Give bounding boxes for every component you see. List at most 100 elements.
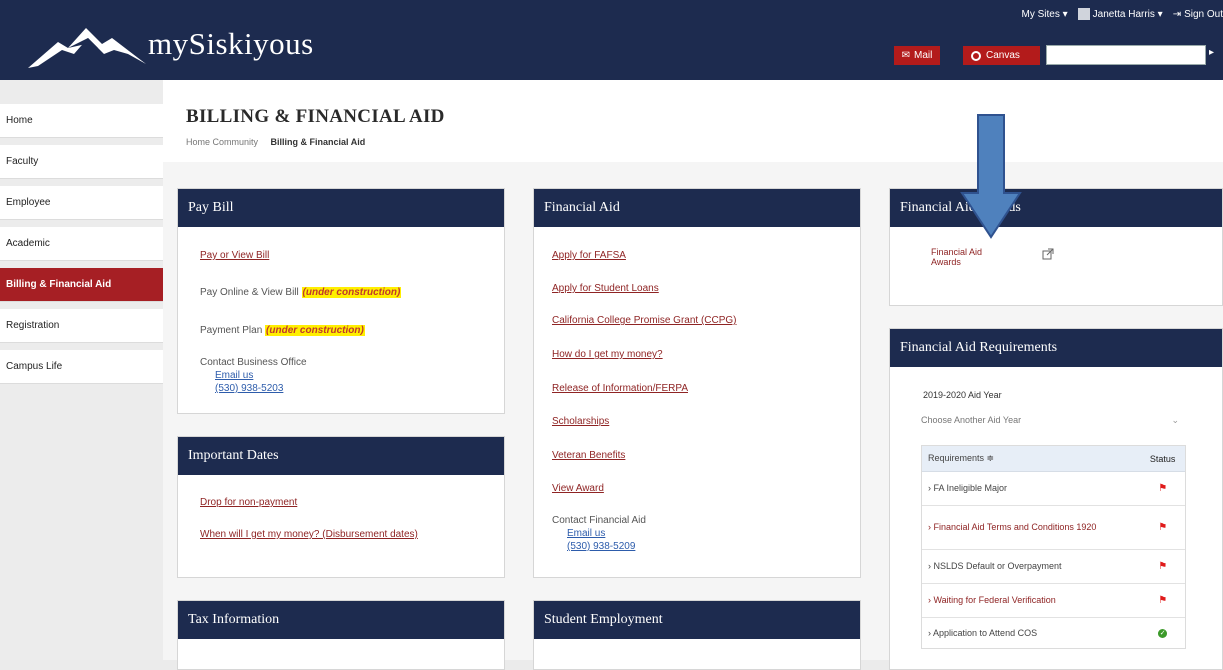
disbursement-dates-link[interactable]: When will I get my money? (Disbursement … xyxy=(200,529,418,540)
status-column-header: Status xyxy=(1140,454,1185,464)
payment-plan-item: Payment Plan (under construction) xyxy=(200,325,365,336)
top-header: mySiskiyous My Sites ▾ Janetta Harris ▾ … xyxy=(0,0,1223,80)
sidebar-item-label: Academic xyxy=(6,238,50,249)
financial-aid-awards-panel: Financial Aid Awards Financial Aid Award… xyxy=(889,188,1223,306)
requirements-table-header: Requirements ≑ Status xyxy=(922,446,1185,472)
user-name-label: Janetta Harris ▾ xyxy=(1093,9,1163,20)
requirement-label: FA Ineligible Major xyxy=(934,483,1008,493)
external-link-icon[interactable] xyxy=(1042,248,1054,260)
breadcrumb-current: Billing & Financial Aid xyxy=(271,137,366,147)
how-get-money-link[interactable]: How do I get my money? xyxy=(552,349,663,360)
financial-aid-phone-link[interactable]: (530) 938-5209 xyxy=(567,541,635,552)
release-of-information-link[interactable]: Release of Information/FERPA xyxy=(552,383,688,394)
search-input[interactable] xyxy=(1046,45,1206,65)
apply-student-loans-link[interactable]: Apply for Student Loans xyxy=(552,283,659,294)
mountain-logo-icon[interactable] xyxy=(28,24,146,70)
business-office-email-link[interactable]: Email us xyxy=(215,370,253,381)
requirement-label: Application to Attend COS xyxy=(933,628,1037,638)
pay-bill-panel: Pay Bill Pay or View Bill Pay Online & V… xyxy=(177,188,505,414)
page-title: BILLING & FINANCIAL AID xyxy=(186,106,445,128)
pay-online-item: Pay Online & View Bill (under constructi… xyxy=(200,287,401,298)
financial-aid-email-link[interactable]: Email us xyxy=(567,528,605,539)
pay-or-view-bill-link[interactable]: Pay or View Bill xyxy=(200,250,269,261)
mail-label: Mail xyxy=(914,50,932,61)
table-row[interactable]: › Application to Attend COS ✓ xyxy=(922,618,1185,648)
sidebar-item-billing-financial-aid[interactable]: Billing & Financial Aid xyxy=(0,268,163,302)
checkmark-icon: ✓ xyxy=(1158,629,1167,638)
flag-icon: ⚑ xyxy=(1158,522,1167,533)
aid-year-select-value: Choose Another Aid Year xyxy=(921,415,1021,425)
search-submit-icon[interactable]: ▸ xyxy=(1209,47,1214,58)
canvas-icon xyxy=(971,51,981,61)
sidebar-item-label: Home xyxy=(6,115,33,126)
under-construction-note: (under construction) xyxy=(302,287,402,298)
sidebar-item-label: Campus Life xyxy=(6,361,62,372)
sidebar-item-label: Registration xyxy=(6,320,59,331)
requirement-label: NSLDS Default or Overpayment xyxy=(934,561,1062,571)
scholarships-link[interactable]: Scholarships xyxy=(552,416,609,427)
flag-icon: ⚑ xyxy=(1158,595,1167,606)
sidebar-item-label: Faculty xyxy=(6,156,38,167)
status-cell: ⚑ xyxy=(1140,522,1185,533)
top-nav: My Sites ▾ Janetta Harris ▾ ⇥Sign Out xyxy=(1022,8,1223,20)
financial-aid-requirements-title: Financial Aid Requirements xyxy=(890,329,1222,367)
requirement-name: › NSLDS Default or Overpayment xyxy=(922,560,1140,573)
table-row[interactable]: › FA Ineligible Major ⚑ xyxy=(922,472,1185,506)
requirement-name: › FA Ineligible Major xyxy=(922,482,1140,495)
sidebar-item-label: Billing & Financial Aid xyxy=(6,279,111,290)
financial-aid-awards-link[interactable]: Financial Aid Awards xyxy=(931,247,982,267)
status-cell: ⚑ xyxy=(1140,595,1185,606)
ccpg-link[interactable]: California College Promise Grant (CCPG) xyxy=(552,315,737,326)
sidebar-item-home[interactable]: Home xyxy=(0,104,163,138)
user-avatar-icon xyxy=(1078,8,1090,20)
sidebar-item-label: Employee xyxy=(6,197,50,208)
payment-plan-label: Payment Plan xyxy=(200,325,262,336)
breadcrumb-home-link[interactable]: Home Community xyxy=(186,137,258,147)
requirement-name: › Financial Aid Terms and Conditions 192… xyxy=(922,521,1140,534)
sign-out-label: Sign Out xyxy=(1184,9,1223,20)
table-row[interactable]: › NSLDS Default or Overpayment ⚑ xyxy=(922,550,1185,584)
view-award-link[interactable]: View Award xyxy=(552,483,604,494)
awards-link-line1: Financial Aid xyxy=(931,247,982,257)
drop-for-non-payment-link[interactable]: Drop for non-payment xyxy=(200,497,297,508)
my-sites-menu[interactable]: My Sites ▾ xyxy=(1022,8,1068,20)
canvas-button[interactable]: Canvas xyxy=(963,46,1040,65)
table-row[interactable]: › Waiting for Federal Verification ⚑ xyxy=(922,584,1185,618)
my-sites-label: My Sites ▾ xyxy=(1022,9,1068,20)
sidebar-item-campus-life[interactable]: Campus Life xyxy=(0,350,163,384)
under-construction-note: (under construction) xyxy=(265,325,365,336)
breadcrumb: Home Community Billing & Financial Aid xyxy=(186,137,365,147)
apply-fafsa-link[interactable]: Apply for FAFSA xyxy=(552,250,626,261)
financial-aid-requirements-panel: Financial Aid Requirements 2019-2020 Aid… xyxy=(889,328,1223,670)
veteran-benefits-link[interactable]: Veteran Benefits xyxy=(552,450,625,461)
table-row[interactable]: › Financial Aid Terms and Conditions 192… xyxy=(922,506,1185,550)
status-cell: ⚑ xyxy=(1140,561,1185,572)
site-logo-text[interactable]: mySiskiyous xyxy=(148,26,314,62)
pay-bill-title: Pay Bill xyxy=(178,189,504,227)
aid-year-select[interactable]: Choose Another Aid Year ⌄ xyxy=(921,411,1185,429)
important-dates-panel: Important Dates Drop for non-payment Whe… xyxy=(177,436,505,578)
requirements-column-header[interactable]: Requirements ≑ xyxy=(922,452,1140,465)
user-menu[interactable]: Janetta Harris ▾ xyxy=(1078,8,1163,20)
sidebar-item-employee[interactable]: Employee xyxy=(0,186,163,220)
sidebar-item-academic[interactable]: Academic xyxy=(0,227,163,261)
financial-aid-awards-title: Financial Aid Awards xyxy=(890,189,1222,227)
sign-out-icon: ⇥ xyxy=(1173,9,1181,20)
sidebar-item-registration[interactable]: Registration xyxy=(0,309,163,343)
requirement-name: › Application to Attend COS xyxy=(922,627,1140,640)
main-content: BILLING & FINANCIAL AID Home Community B… xyxy=(163,80,1223,660)
requirement-name: › Waiting for Federal Verification xyxy=(922,594,1140,607)
sign-out-link[interactable]: ⇥Sign Out xyxy=(1173,8,1223,20)
pay-online-label: Pay Online & View Bill xyxy=(200,287,299,298)
mail-button[interactable]: ✉ Mail xyxy=(894,46,940,65)
status-cell: ⚑ xyxy=(1140,483,1185,494)
requirement-label: Waiting for Federal Verification xyxy=(934,595,1056,605)
sidebar-item-faculty[interactable]: Faculty xyxy=(0,145,163,179)
awards-link-line2: Awards xyxy=(931,257,982,267)
flag-icon: ⚑ xyxy=(1158,483,1167,494)
flag-icon: ⚑ xyxy=(1158,561,1167,572)
requirement-label: Financial Aid Terms and Conditions 1920 xyxy=(934,522,1097,532)
status-cell: ✓ xyxy=(1140,629,1185,638)
business-office-phone-link[interactable]: (530) 938-5203 xyxy=(215,383,283,394)
financial-aid-title: Financial Aid xyxy=(534,189,860,227)
